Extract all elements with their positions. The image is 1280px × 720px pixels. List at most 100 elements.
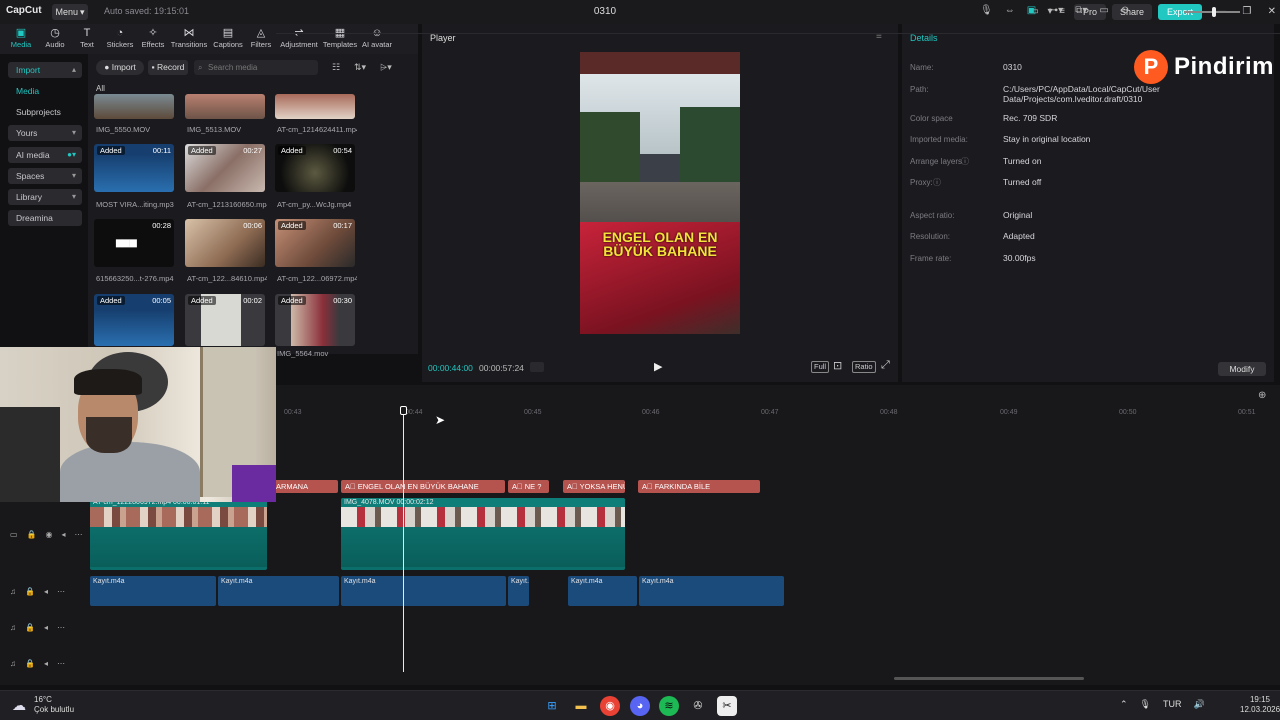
tab-media[interactable]: ▣ Media xyxy=(4,26,38,52)
text-clip[interactable]: A⃝ FARKINDA BİLE xyxy=(638,480,760,493)
magnet-icon[interactable]: ▣ xyxy=(1027,5,1036,19)
audio-clip[interactable]: Kayıt.m4a xyxy=(341,576,506,606)
record-button[interactable]: ▪ Record xyxy=(148,60,188,75)
crop-icon[interactable]: ⊡ xyxy=(833,359,842,372)
filter-icon[interactable]: ⩥▾ xyxy=(380,62,392,73)
speaker-icon[interactable]: ◂ xyxy=(44,659,48,668)
video-clip[interactable]: AT-cm_1222806972.mp4 00:00:01:11 xyxy=(90,498,267,570)
split-icon[interactable]: ⧉▾ xyxy=(1075,5,1087,19)
sidebar-item-import[interactable]: Import ▴ xyxy=(8,62,82,78)
media-thumb-audio[interactable]: Added 00:05 xyxy=(94,294,174,346)
full-quality-button[interactable]: Full xyxy=(811,361,830,373)
media-thumb[interactable] xyxy=(94,94,174,119)
more-icon[interactable]: ⋯ xyxy=(75,530,83,539)
microphone-icon[interactable]: 🎙 xyxy=(980,5,993,19)
modify-button[interactable]: Modify xyxy=(1218,362,1266,376)
close-icon[interactable]: ✕ xyxy=(1268,6,1276,18)
search-input[interactable]: Search media xyxy=(194,60,318,75)
tab-text[interactable]: T Text xyxy=(70,26,104,52)
sidebar-item-spaces[interactable]: Spaces ▾ xyxy=(8,168,82,184)
more-icon[interactable]: ⋯ xyxy=(57,623,65,632)
text-clip[interactable]: A⃝ NE ? xyxy=(508,480,549,493)
timeline-scrollbar[interactable] xyxy=(894,677,1084,680)
lock-icon[interactable]: 🔒 xyxy=(27,530,37,539)
sidebar-item-yours[interactable]: Yours ▾ xyxy=(8,125,82,141)
time-ruler[interactable] xyxy=(276,20,1280,34)
windows-start-icon[interactable]: ⊞ xyxy=(542,696,562,716)
system-clock[interactable]: 19:15 12.03.2026 xyxy=(1240,695,1280,715)
menu-button[interactable]: Menu ▾ xyxy=(52,4,88,20)
tab-audio[interactable]: ◷ Audio xyxy=(38,26,72,52)
chrome-icon[interactable]: ◉ xyxy=(600,696,620,716)
lock-icon[interactable]: 🔒 xyxy=(25,623,35,632)
media-thumb[interactable]: Added 00:30 xyxy=(275,294,355,346)
media-thumb[interactable]: 00:28 ▆▆▆ xyxy=(94,219,174,267)
speaker-icon[interactable]: ◂ xyxy=(44,587,48,596)
sidebar-item-library[interactable]: Library ▾ xyxy=(8,189,82,205)
audio-clip[interactable]: Kayıt.m4a xyxy=(568,576,637,606)
preview-axis-icon[interactable]: ▭ xyxy=(1099,5,1108,19)
link-icon[interactable]: ⇔ xyxy=(1005,5,1015,19)
text-clip[interactable]: ARMANA xyxy=(272,480,338,493)
fullscreen-icon[interactable]: ⤢ xyxy=(881,359,890,372)
tab-stickers[interactable]: ◔ Stickers xyxy=(103,26,137,52)
lock-icon[interactable]: 🔒 xyxy=(25,659,35,668)
capcut-icon[interactable]: ✂ xyxy=(717,696,737,716)
language-indicator[interactable]: TUR xyxy=(1163,699,1182,710)
media-thumb[interactable]: Added 00:02 xyxy=(185,294,265,346)
text-clip[interactable]: A⃝ YOKSA HENÜZ xyxy=(563,480,625,493)
text-clip[interactable]: A⃝ ENGEL OLAN EN BÜYÜK BAHANE xyxy=(341,480,505,493)
microphone-icon[interactable]: 🎙 xyxy=(1140,699,1151,710)
media-thumb[interactable] xyxy=(185,94,265,119)
discord-icon[interactable]: ◕ xyxy=(630,696,650,716)
audio-clip[interactable]: Kayıt.m4a xyxy=(90,576,216,606)
volume-icon[interactable]: 🔊 xyxy=(1193,699,1204,710)
sidebar-item-subprojects[interactable]: Subprojects xyxy=(8,104,82,120)
lock-icon[interactable]: 🔒 xyxy=(25,587,35,596)
zoom-in-icon[interactable]: ⊕ xyxy=(1258,390,1266,401)
more-icon[interactable]: ⋯ xyxy=(57,587,65,596)
zoom-out-icon[interactable]: ⊖ xyxy=(1121,5,1129,19)
tab-transitions[interactable]: ⋈ Transitions xyxy=(171,26,207,52)
play-icon[interactable]: ▶ xyxy=(654,360,662,373)
import-button[interactable]: ● Import xyxy=(96,60,144,75)
audio-clip[interactable]: Kayıt.m4a xyxy=(639,576,784,606)
playhead-handle[interactable] xyxy=(400,406,407,415)
playhead[interactable] xyxy=(403,410,404,672)
sidebar-item-ai-media[interactable]: AI media ●▾ xyxy=(8,147,82,163)
eye-icon[interactable]: ◉ xyxy=(46,530,53,539)
media-thumb[interactable]: Added 00:54 xyxy=(275,144,355,192)
media-thumb[interactable] xyxy=(275,94,355,119)
media-thumb[interactable]: Added 00:27 xyxy=(185,144,265,192)
linkage-icon[interactable]: ⊶▾ xyxy=(1048,5,1063,19)
info-icon[interactable]: ⓘ xyxy=(933,177,941,188)
media-thumb[interactable]: 00:06 xyxy=(185,219,265,267)
more-icon[interactable]: ⋯ xyxy=(57,659,65,668)
video-clip[interactable]: IMG_4078.MOV 00:00:02:12 xyxy=(341,498,625,570)
audio-clip[interactable]: Kayıt.m4a xyxy=(218,576,339,606)
restore-icon[interactable]: ❐ xyxy=(1242,6,1251,18)
chevron-up-icon[interactable]: ⌃ xyxy=(1120,699,1128,710)
media-thumb-audio[interactable]: Added 00:11 xyxy=(94,144,174,192)
steam-icon[interactable]: ✇ xyxy=(688,696,708,716)
spotify-icon[interactable]: ≋ xyxy=(659,696,679,716)
tab-captions[interactable]: ▤ Captions xyxy=(211,26,245,52)
zoom-slider-knob[interactable] xyxy=(1212,7,1216,17)
speaker-icon[interactable]: ◂ xyxy=(44,623,48,632)
speaker-icon[interactable]: ◂ xyxy=(62,530,66,539)
video-preview[interactable]: ENGEL OLAN EN BÜYÜK BAHANE xyxy=(580,52,740,334)
ratio-button[interactable]: Ratio xyxy=(852,361,876,373)
audio-clip[interactable]: Kayıt.m xyxy=(508,576,529,606)
tab-effects[interactable]: ✧ Effects xyxy=(136,26,170,52)
sidebar-item-media[interactable]: Media xyxy=(8,83,82,99)
weather-widget[interactable]: 16°C Çok bulutlu xyxy=(34,695,74,715)
tab-filters[interactable]: ◬ Filters xyxy=(244,26,278,52)
view-toggle-icon[interactable]: ☷ xyxy=(332,62,340,73)
cover-icon[interactable]: ▭ xyxy=(10,530,18,539)
info-icon[interactable]: ⓘ xyxy=(961,156,969,167)
sidebar-item-dreamina[interactable]: Dreamina xyxy=(8,210,82,226)
media-thumb[interactable]: Added 00:17 xyxy=(275,219,355,267)
sort-icon[interactable]: ⇅▾ xyxy=(354,62,366,73)
file-explorer-icon[interactable]: ▬ xyxy=(571,696,591,716)
timecode-toggle-icon[interactable] xyxy=(530,362,544,372)
